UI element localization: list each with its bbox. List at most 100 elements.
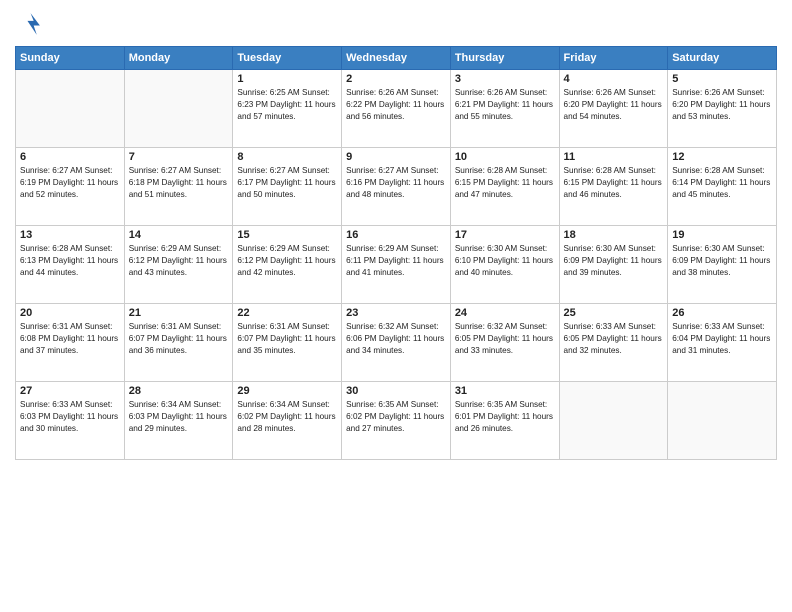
- calendar-cell: 7 Sunrise: 6:27 AM Sunset: 6:18 PM Daylig…: [124, 148, 233, 226]
- day-info: Sunrise: 6:35 AM Sunset: 6:01 PM Dayligh…: [455, 399, 555, 435]
- calendar-cell: 26Sunrise: 6:33 AM Sunset: 6:04 PM Dayli…: [668, 304, 777, 382]
- day-number: 28: [129, 385, 229, 397]
- weekday-header-wednesday: Wednesday: [342, 47, 451, 70]
- day-number: 29: [237, 385, 337, 397]
- day-number: 7: [129, 151, 229, 163]
- day-info: Sunrise: 6:27 AM Sunset: 6:17 PM Dayligh…: [237, 165, 337, 201]
- day-info: Sunrise: 6:26 AM Sunset: 6:20 PM Dayligh…: [672, 87, 772, 123]
- day-info: Sunrise: 6:29 AM Sunset: 6:12 PM Dayligh…: [129, 243, 229, 279]
- weekday-header-row: SundayMondayTuesdayWednesdayThursdayFrid…: [16, 47, 777, 70]
- day-info: Sunrise: 6:35 AM Sunset: 6:02 PM Dayligh…: [346, 399, 446, 435]
- day-number: 12: [672, 151, 772, 163]
- weekday-header-monday: Monday: [124, 47, 233, 70]
- day-number: 20: [20, 307, 120, 319]
- calendar-cell: 10 Sunrise: 6:28 AM Sunset: 6:15 PM Dayli…: [450, 148, 559, 226]
- day-info: Sunrise: 6:28 AM Sunset: 6:15 PM Dayligh…: [455, 165, 555, 201]
- calendar-cell: [16, 70, 125, 148]
- weekday-header-saturday: Saturday: [668, 47, 777, 70]
- day-number: 30: [346, 385, 446, 397]
- calendar-cell: 11Sunrise: 6:28 AM Sunset: 6:15 PM Dayli…: [559, 148, 668, 226]
- day-number: 8: [237, 151, 337, 163]
- day-number: 31: [455, 385, 555, 397]
- calendar-cell: [559, 382, 668, 460]
- calendar-cell: [668, 382, 777, 460]
- day-number: 24: [455, 307, 555, 319]
- calendar-cell: 30 Sunrise: 6:35 AM Sunset: 6:02 PM Dayli…: [342, 382, 451, 460]
- day-info: Sunrise: 6:34 AM Sunset: 6:02 PM Dayligh…: [237, 399, 337, 435]
- day-info: Sunrise: 6:30 AM Sunset: 6:10 PM Dayligh…: [455, 243, 555, 279]
- day-number: 27: [20, 385, 120, 397]
- day-info: Sunrise: 6:28 AM Sunset: 6:14 PM Dayligh…: [672, 165, 772, 201]
- day-number: 6: [20, 151, 120, 163]
- day-number: 9: [346, 151, 446, 163]
- calendar-cell: 16Sunrise: 6:29 AM Sunset: 6:11 PM Dayli…: [342, 226, 451, 304]
- calendar-cell: 20 Sunrise: 6:31 AM Sunset: 6:08 PM Dayli…: [16, 304, 125, 382]
- day-info: Sunrise: 6:29 AM Sunset: 6:12 PM Dayligh…: [237, 243, 337, 279]
- calendar-week-4: 20 Sunrise: 6:31 AM Sunset: 6:08 PM Dayli…: [16, 304, 777, 382]
- day-number: 4: [564, 73, 664, 85]
- calendar-cell: 29 Sunrise: 6:34 AM Sunset: 6:02 PM Dayli…: [233, 382, 342, 460]
- day-number: 14: [129, 229, 229, 241]
- day-number: 11: [564, 151, 664, 163]
- weekday-header-friday: Friday: [559, 47, 668, 70]
- weekday-header-tuesday: Tuesday: [233, 47, 342, 70]
- calendar-week-5: 27 Sunrise: 6:33 AM Sunset: 6:03 PM Dayli…: [16, 382, 777, 460]
- calendar-cell: 2 Sunrise: 6:26 AM Sunset: 6:22 PM Daylig…: [342, 70, 451, 148]
- day-number: 19: [672, 229, 772, 241]
- calendar-cell: 5 Sunrise: 6:26 AM Sunset: 6:20 PM Daylig…: [668, 70, 777, 148]
- day-info: Sunrise: 6:31 AM Sunset: 6:07 PM Dayligh…: [237, 321, 337, 357]
- day-info: Sunrise: 6:27 AM Sunset: 6:18 PM Dayligh…: [129, 165, 229, 201]
- calendar-cell: 6 Sunrise: 6:27 AM Sunset: 6:19 PM Daylig…: [16, 148, 125, 226]
- day-number: 10: [455, 151, 555, 163]
- day-number: 5: [672, 73, 772, 85]
- calendar-cell: 27 Sunrise: 6:33 AM Sunset: 6:03 PM Dayli…: [16, 382, 125, 460]
- day-info: Sunrise: 6:30 AM Sunset: 6:09 PM Dayligh…: [564, 243, 664, 279]
- calendar-cell: 3Sunrise: 6:26 AM Sunset: 6:21 PM Daylig…: [450, 70, 559, 148]
- calendar-week-1: 1Sunrise: 6:25 AM Sunset: 6:23 PM Daylig…: [16, 70, 777, 148]
- day-number: 13: [20, 229, 120, 241]
- calendar-cell: 12 Sunrise: 6:28 AM Sunset: 6:14 PM Dayli…: [668, 148, 777, 226]
- day-number: 3: [455, 73, 555, 85]
- logo-icon: [15, 10, 43, 38]
- day-info: Sunrise: 6:30 AM Sunset: 6:09 PM Dayligh…: [672, 243, 772, 279]
- calendar-cell: 14 Sunrise: 6:29 AM Sunset: 6:12 PM Dayli…: [124, 226, 233, 304]
- calendar-cell: 9 Sunrise: 6:27 AM Sunset: 6:16 PM Daylig…: [342, 148, 451, 226]
- calendar-cell: 1Sunrise: 6:25 AM Sunset: 6:23 PM Daylig…: [233, 70, 342, 148]
- calendar-cell: 13Sunrise: 6:28 AM Sunset: 6:13 PM Dayli…: [16, 226, 125, 304]
- calendar-cell: 23Sunrise: 6:32 AM Sunset: 6:06 PM Dayli…: [342, 304, 451, 382]
- calendar-cell: 25Sunrise: 6:33 AM Sunset: 6:05 PM Dayli…: [559, 304, 668, 382]
- day-info: Sunrise: 6:31 AM Sunset: 6:07 PM Dayligh…: [129, 321, 229, 357]
- calendar-cell: 4 Sunrise: 6:26 AM Sunset: 6:20 PM Daylig…: [559, 70, 668, 148]
- day-number: 17: [455, 229, 555, 241]
- weekday-header-thursday: Thursday: [450, 47, 559, 70]
- day-number: 2: [346, 73, 446, 85]
- day-number: 22: [237, 307, 337, 319]
- page: SundayMondayTuesdayWednesdayThursdayFrid…: [0, 0, 792, 612]
- calendar-cell: [124, 70, 233, 148]
- day-number: 21: [129, 307, 229, 319]
- calendar-cell: 28Sunrise: 6:34 AM Sunset: 6:03 PM Dayli…: [124, 382, 233, 460]
- day-info: Sunrise: 6:33 AM Sunset: 6:03 PM Dayligh…: [20, 399, 120, 435]
- day-info: Sunrise: 6:31 AM Sunset: 6:08 PM Dayligh…: [20, 321, 120, 357]
- day-info: Sunrise: 6:27 AM Sunset: 6:19 PM Dayligh…: [20, 165, 120, 201]
- day-number: 18: [564, 229, 664, 241]
- calendar-cell: 22 Sunrise: 6:31 AM Sunset: 6:07 PM Dayli…: [233, 304, 342, 382]
- calendar-cell: 19 Sunrise: 6:30 AM Sunset: 6:09 PM Dayli…: [668, 226, 777, 304]
- calendar-table: SundayMondayTuesdayWednesdayThursdayFrid…: [15, 46, 777, 460]
- day-number: 26: [672, 307, 772, 319]
- calendar-cell: 24Sunrise: 6:32 AM Sunset: 6:05 PM Dayli…: [450, 304, 559, 382]
- calendar-cell: 18 Sunrise: 6:30 AM Sunset: 6:09 PM Dayli…: [559, 226, 668, 304]
- day-info: Sunrise: 6:25 AM Sunset: 6:23 PM Dayligh…: [237, 87, 337, 123]
- day-info: Sunrise: 6:29 AM Sunset: 6:11 PM Dayligh…: [346, 243, 446, 279]
- calendar-cell: 8 Sunrise: 6:27 AM Sunset: 6:17 PM Daylig…: [233, 148, 342, 226]
- calendar-cell: 15Sunrise: 6:29 AM Sunset: 6:12 PM Dayli…: [233, 226, 342, 304]
- day-info: Sunrise: 6:32 AM Sunset: 6:06 PM Dayligh…: [346, 321, 446, 357]
- calendar-cell: 17 Sunrise: 6:30 AM Sunset: 6:10 PM Dayli…: [450, 226, 559, 304]
- calendar-week-3: 13Sunrise: 6:28 AM Sunset: 6:13 PM Dayli…: [16, 226, 777, 304]
- calendar-cell: 31 Sunrise: 6:35 AM Sunset: 6:01 PM Dayli…: [450, 382, 559, 460]
- day-info: Sunrise: 6:27 AM Sunset: 6:16 PM Dayligh…: [346, 165, 446, 201]
- day-info: Sunrise: 6:26 AM Sunset: 6:22 PM Dayligh…: [346, 87, 446, 123]
- day-info: Sunrise: 6:26 AM Sunset: 6:20 PM Dayligh…: [564, 87, 664, 123]
- day-number: 25: [564, 307, 664, 319]
- logo: [15, 10, 47, 38]
